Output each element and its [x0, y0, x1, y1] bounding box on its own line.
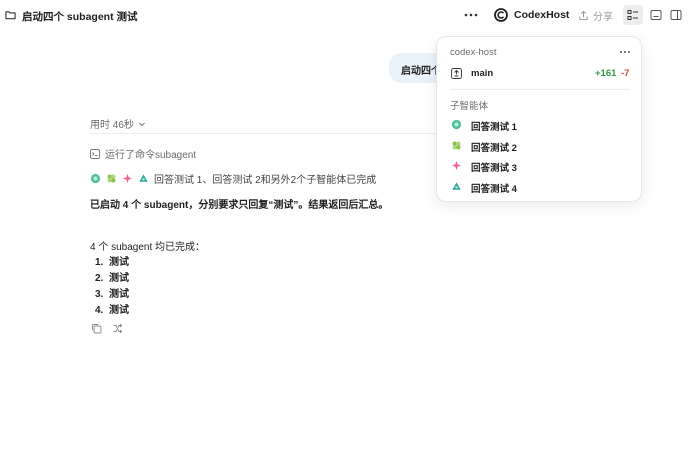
list-item: 1. 测试: [95, 257, 129, 268]
branch-button[interactable]: [112, 323, 123, 334]
brand-name[interactable]: CodexHost: [514, 9, 569, 21]
share-label: 分享: [593, 11, 613, 23]
chevron-down-icon: [139, 122, 145, 126]
results-list: 1. 测试 2. 测试 3. 测试 4. 测试: [95, 256, 129, 320]
branch-row[interactable]: main +161 -7: [445, 65, 635, 83]
additions-count: +161: [595, 68, 617, 79]
list-item: 3. 测试: [95, 289, 129, 300]
sidebar-panel-icon: [670, 10, 682, 20]
subagent-item-1[interactable]: 回答测试 1: [445, 116, 635, 134]
subagent-item-3[interactable]: 回答测试 3: [445, 157, 635, 175]
deletions-count: -7: [621, 68, 630, 79]
agent-2-icon: [452, 141, 461, 150]
share-icon: [579, 10, 588, 20]
terminal-panel-button[interactable]: [646, 5, 666, 25]
codex-logo-icon: [494, 8, 508, 22]
folder-icon[interactable]: [5, 10, 16, 20]
branch-name: main: [471, 68, 494, 79]
ran-command-label: 运行了命令subagent: [105, 150, 197, 161]
tasks-panel-icon: [627, 10, 638, 20]
agent-4-icon: [452, 182, 461, 190]
top-bar: 启动四个 subagent 测试 CodexHost 分享: [0, 0, 690, 31]
agents-summary-label: 回答测试 1、回答测试 2和另外2个子智能体已完成: [154, 175, 377, 186]
elapsed-label: 用时 46秒: [90, 120, 134, 131]
terminal-icon: [90, 148, 100, 159]
more-icon[interactable]: [463, 9, 479, 21]
subagent-item-4[interactable]: 回答测试 4: [445, 178, 635, 196]
copy-button[interactable]: [91, 323, 102, 334]
elapsed-toggle[interactable]: 用时 46秒: [90, 116, 146, 131]
divider: [450, 89, 630, 90]
results-heading: 4 个 subagent 均已完成：: [90, 242, 206, 253]
subagent-label: 回答测试 3: [471, 163, 517, 174]
sidebar-panel-button[interactable]: [666, 5, 686, 25]
assistant-summary: 已启动 4 个 subagent，分别要求只回复“测试”。结果返回后汇总。: [90, 200, 389, 211]
subagent-label: 回答测试 1: [471, 122, 517, 133]
share-button[interactable]: 分享: [578, 8, 613, 23]
agents-summary-row[interactable]: 回答测试 1、回答测试 2和另外2个子智能体已完成: [90, 171, 376, 186]
agent-1-icon: [90, 173, 101, 184]
subagent-label: 回答测试 4: [471, 184, 517, 195]
conversation-title: 启动四个 subagent 测试: [22, 11, 138, 23]
subagent-label: 回答测试 2: [471, 143, 517, 154]
list-item: 4. 测试: [95, 305, 129, 316]
agent-4-icon: [139, 174, 148, 182]
agent-3-icon: [122, 173, 133, 184]
list-item: 2. 测试: [95, 273, 129, 284]
subagents-section-title: 子智能体: [450, 101, 489, 112]
popover-host: codex-host: [450, 47, 497, 58]
branch-icon: [451, 68, 462, 79]
ran-command-row[interactable]: 运行了命令subagent: [90, 146, 196, 161]
agent-3-icon: [451, 160, 462, 171]
subagent-item-2[interactable]: 回答测试 2: [445, 137, 635, 155]
agent-1-icon: [451, 119, 462, 130]
tasks-panel-button[interactable]: [623, 5, 643, 25]
terminal-panel-icon: [650, 10, 662, 20]
fork-icon: [113, 323, 123, 334]
message-actions: [91, 323, 123, 334]
subagents-popover: codex-host main +161 -7 子智能体 回答测试 1 回答测试…: [436, 36, 642, 202]
more-icon[interactable]: [619, 48, 631, 56]
agent-2-icon: [107, 174, 116, 183]
divider: [90, 133, 440, 134]
copy-icon: [92, 324, 102, 334]
